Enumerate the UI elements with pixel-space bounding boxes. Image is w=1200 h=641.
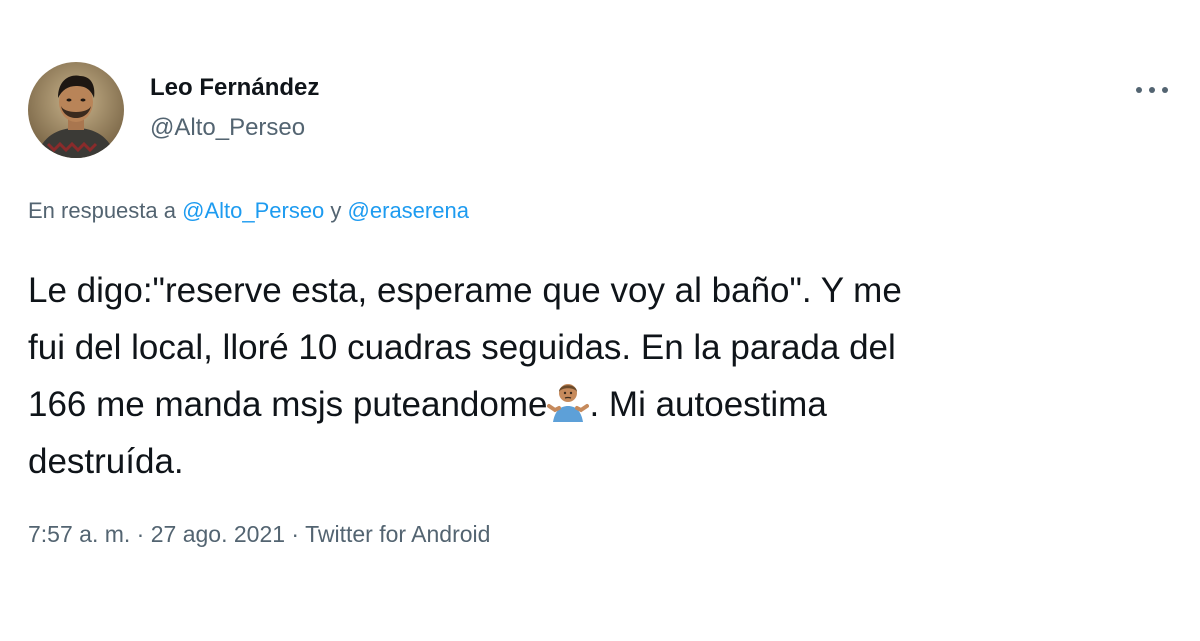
tweet-card: Leo Fernández @Alto_Perseo En respuesta … bbox=[0, 0, 1200, 641]
tweet-text-segment: . Mi autoestima bbox=[589, 385, 827, 424]
mention-link[interactable]: @eraserena bbox=[348, 198, 469, 223]
tweet-text-line: Le digo:"reserve esta, esperame que voy … bbox=[28, 271, 902, 310]
tweet-time[interactable]: 7:57 a. m. bbox=[28, 521, 130, 547]
tweet-text-line: 166 me manda msjs puteandome . Mi autoes… bbox=[28, 376, 1178, 433]
meta-separator: · bbox=[291, 521, 300, 547]
tweet-date[interactable]: 27 ago. 2021 bbox=[151, 521, 285, 547]
tweet-text-line: fui del local, lloré 10 cuadras seguidas… bbox=[28, 328, 896, 367]
display-name[interactable]: Leo Fernández bbox=[150, 74, 319, 102]
tweet-meta: 7:57 a. m. · 27 ago. 2021 · Twitter for … bbox=[28, 521, 490, 548]
tweet-text: Le digo:"reserve esta, esperame que voy … bbox=[28, 262, 1178, 490]
reply-prefix: En respuesta a bbox=[28, 198, 176, 223]
man-shrugging-emoji bbox=[547, 384, 590, 422]
meta-separator: · bbox=[136, 521, 145, 547]
more-horizontal-icon bbox=[1136, 87, 1168, 93]
reply-context: En respuesta a @Alto_Perseo y @eraserena bbox=[28, 198, 469, 224]
tweet-text-line: destruída. bbox=[28, 442, 184, 481]
user-handle[interactable]: @Alto_Perseo bbox=[150, 114, 305, 142]
tweet-source[interactable]: Twitter for Android bbox=[305, 521, 490, 547]
reply-conjunction: y bbox=[330, 198, 342, 223]
tweet-text-segment: 166 me manda msjs puteandome bbox=[28, 385, 548, 424]
more-options-button[interactable] bbox=[1128, 76, 1176, 104]
mention-link[interactable]: @Alto_Perseo bbox=[182, 198, 324, 223]
avatar[interactable] bbox=[28, 62, 124, 158]
